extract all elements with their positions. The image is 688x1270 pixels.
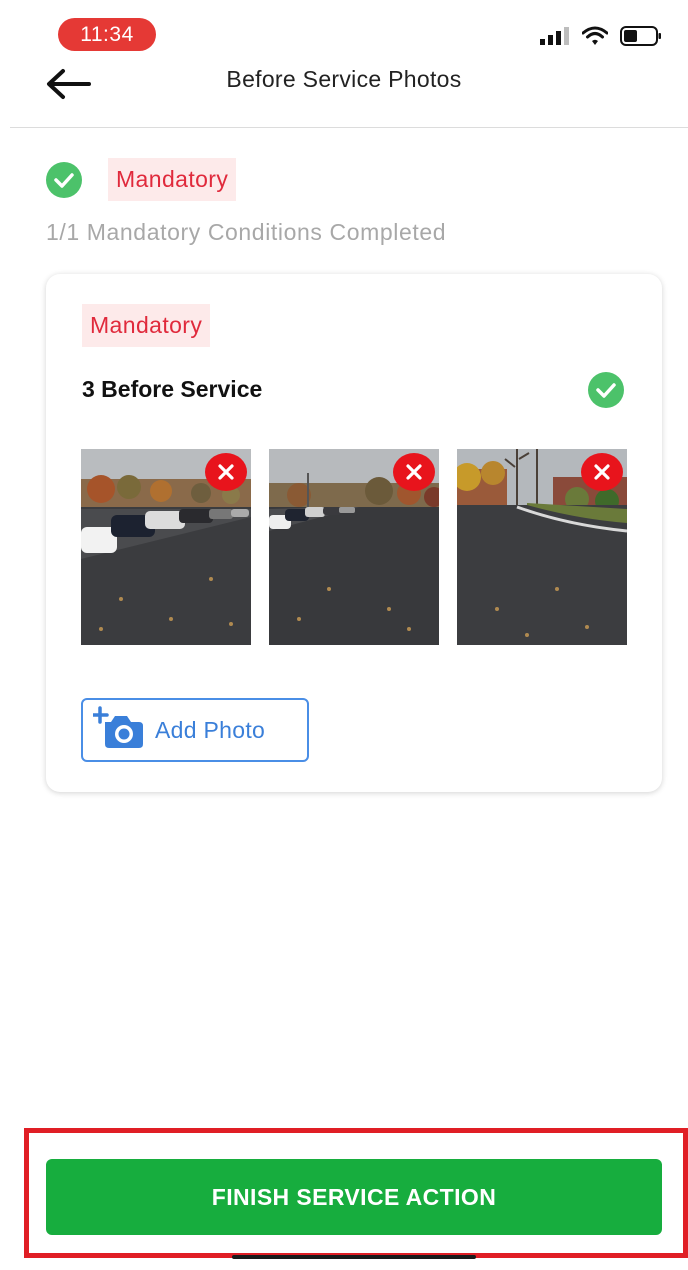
mandatory-progress-text: 1/1 Mandatory Conditions Completed xyxy=(46,219,447,245)
photo-thumbnail[interactable] xyxy=(269,449,439,645)
condition-title: 3 Before Service xyxy=(82,376,263,402)
wifi-icon xyxy=(581,26,609,51)
home-indicator xyxy=(232,1255,476,1259)
nav-bar: Before Service Photos xyxy=(0,56,688,128)
header-divider xyxy=(10,127,688,128)
card-mandatory-tag: Mandatory xyxy=(82,304,211,347)
status-time: 11:34 xyxy=(58,18,156,51)
page-title: Before Service Photos xyxy=(226,66,462,92)
cellular-signal-icon xyxy=(540,26,570,50)
add-photo-button[interactable]: Add Photo xyxy=(81,698,309,762)
system-icons xyxy=(540,25,662,51)
photo-grid xyxy=(81,449,627,645)
condition-check-icon xyxy=(588,372,624,408)
battery-icon xyxy=(620,25,662,51)
add-camera-icon xyxy=(91,705,145,755)
status-bar: 11:34 xyxy=(0,0,688,56)
photo-thumbnail[interactable] xyxy=(457,449,627,645)
remove-photo-button[interactable] xyxy=(581,453,623,491)
condition-card: Mandatory 3 Before Service Add Photo xyxy=(46,274,662,792)
photo-thumbnail[interactable] xyxy=(81,449,251,645)
remove-photo-button[interactable] xyxy=(393,453,435,491)
mandatory-tag: Mandatory xyxy=(108,158,237,201)
remove-photo-button[interactable] xyxy=(205,453,247,491)
completed-check-icon xyxy=(46,161,82,198)
mandatory-summary: Mandatory 1/1 Mandatory Conditions Compl… xyxy=(46,158,648,246)
finish-service-action-button[interactable]: FINISH SERVICE ACTION xyxy=(46,1159,662,1235)
add-photo-label: Add Photo xyxy=(155,716,266,743)
